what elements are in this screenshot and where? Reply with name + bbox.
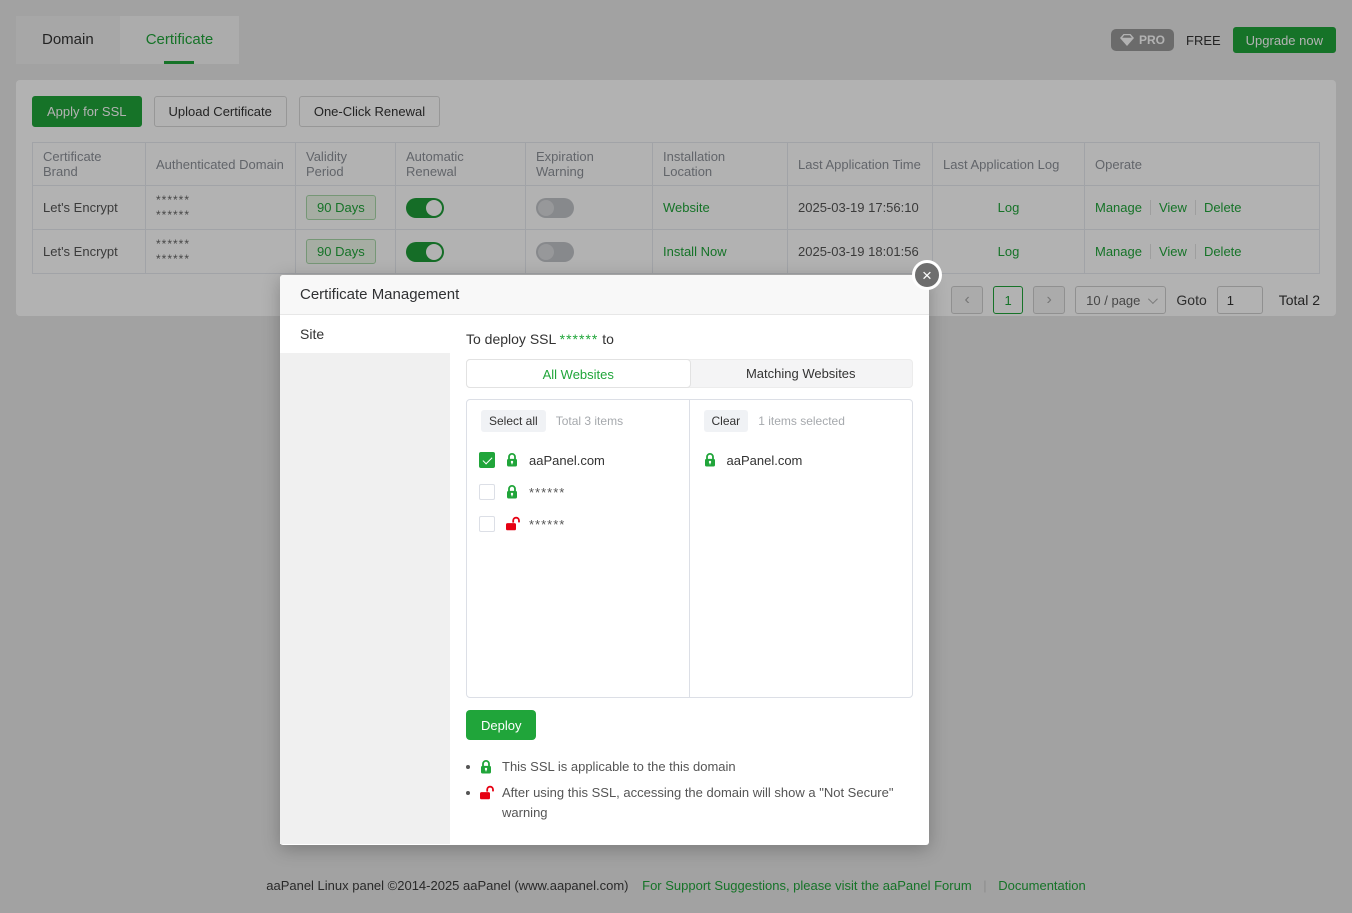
deploy-target-line: To deploy SSL ****** to (466, 331, 913, 347)
source-summary: Total 3 items (556, 414, 623, 428)
bullet-icon (466, 791, 470, 795)
unlock-icon (478, 785, 494, 801)
note-text: This SSL is applicable to the this domai… (502, 757, 736, 777)
tab-matching-websites[interactable]: Matching Websites (690, 360, 913, 387)
note-text: After using this SSL, accessing the doma… (502, 783, 902, 823)
tab-all-websites[interactable]: All Websites (466, 359, 691, 388)
note-secure: This SSL is applicable to the this domai… (466, 757, 913, 777)
site-label: ****** (529, 517, 565, 532)
site-label: aaPanel.com (529, 453, 605, 468)
certificate-management-modal: × Certificate Management Site To deploy … (280, 275, 929, 845)
target-column: Clear 1 items selected aaPanel.com (690, 400, 913, 697)
lock-icon (504, 452, 520, 468)
source-header: Select all Total 3 items (467, 400, 689, 442)
checkbox-unchecked[interactable] (479, 516, 495, 532)
lock-icon (504, 484, 520, 500)
modal-main: To deploy SSL ****** to All Websites Mat… (450, 315, 929, 844)
website-filter-tabs: All Websites Matching Websites (466, 359, 913, 388)
note-not-secure: After using this SSL, accessing the doma… (466, 783, 913, 823)
legend-notes: This SSL is applicable to the this domai… (466, 757, 913, 823)
modal-sidebar: Site (280, 315, 450, 844)
website-transfer-panel: Select all Total 3 items aaPanel.com ** (466, 399, 913, 698)
deploy-prefix: To deploy SSL (466, 331, 556, 347)
site-label: aaPanel.com (727, 453, 803, 468)
clear-button[interactable]: Clear (704, 410, 749, 432)
checkbox-unchecked[interactable] (479, 484, 495, 500)
target-summary: 1 items selected (758, 414, 845, 428)
list-item[interactable]: ****** (479, 476, 677, 508)
unlock-icon (504, 516, 520, 532)
sidebar-item-site[interactable]: Site (280, 315, 450, 353)
lock-icon (478, 759, 494, 775)
source-column: Select all Total 3 items aaPanel.com ** (467, 400, 690, 697)
list-item[interactable]: ****** (479, 508, 677, 540)
modal-title: Certificate Management (280, 275, 929, 315)
deploy-domain: ****** (560, 331, 599, 347)
target-header: Clear 1 items selected (690, 400, 913, 442)
list-item[interactable]: aaPanel.com (479, 444, 677, 476)
source-list: aaPanel.com ****** ****** (467, 442, 689, 542)
lock-icon (702, 452, 718, 468)
deploy-suffix: to (602, 331, 614, 347)
close-icon[interactable]: × (912, 260, 942, 290)
deploy-button[interactable]: Deploy (466, 710, 536, 740)
modal-body: Site To deploy SSL ****** to All Website… (280, 315, 929, 844)
site-label: ****** (529, 485, 565, 500)
bullet-icon (466, 765, 470, 769)
list-item[interactable]: aaPanel.com (702, 444, 901, 476)
select-all-button[interactable]: Select all (481, 410, 546, 432)
checkbox-checked[interactable] (479, 452, 495, 468)
target-list: aaPanel.com (690, 442, 913, 478)
